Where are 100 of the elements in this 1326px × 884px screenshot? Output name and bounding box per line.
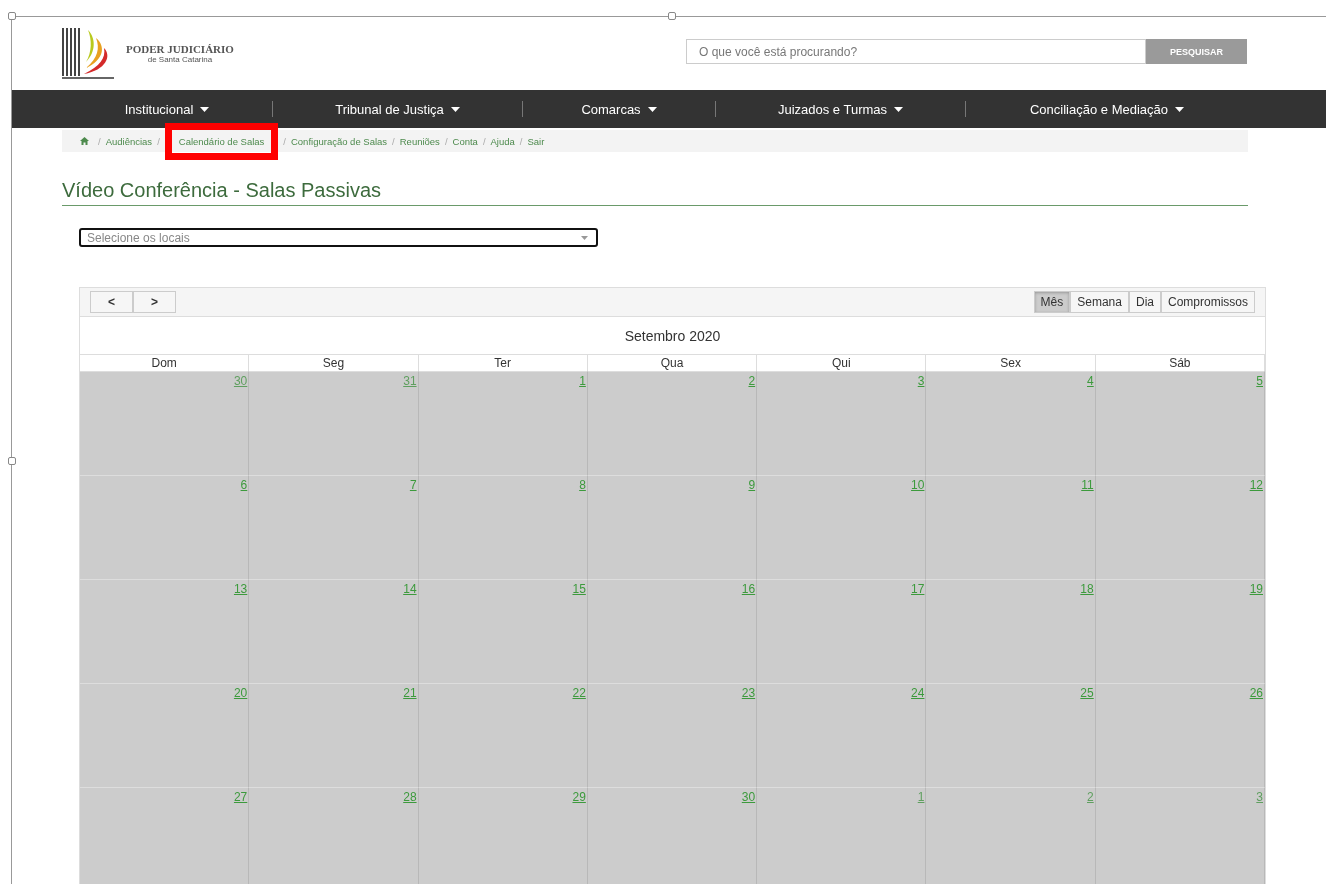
- day-number[interactable]: 12: [1249, 476, 1264, 492]
- day-cell[interactable]: 29: [418, 787, 588, 884]
- day-cell[interactable]: 1: [757, 787, 927, 884]
- day-cell[interactable]: 9: [587, 475, 758, 579]
- day-cell[interactable]: 1: [418, 371, 588, 475]
- day-cell[interactable]: 28: [249, 787, 419, 884]
- day-number[interactable]: 28: [403, 788, 418, 804]
- day-number[interactable]: 16: [741, 580, 757, 596]
- breadcrumb-separator: /: [283, 135, 286, 147]
- day-number[interactable]: 7: [409, 476, 418, 492]
- day-number[interactable]: 30: [741, 788, 757, 804]
- nav-menu-item[interactable]: Juizados e Turmas: [716, 99, 965, 119]
- day-cell[interactable]: 22: [418, 683, 588, 787]
- breadcrumb-link[interactable]: Audiências: [105, 135, 153, 147]
- breadcrumb-link[interactable]: Ajuda: [490, 135, 515, 147]
- day-cell[interactable]: 17: [757, 579, 927, 683]
- day-number[interactable]: 3: [1256, 788, 1264, 804]
- site-subtitle: de Santa Catarina: [147, 55, 213, 64]
- view-tab[interactable]: Mês: [1033, 291, 1071, 313]
- day-cell[interactable]: 20: [80, 683, 250, 787]
- day-cell[interactable]: 3: [1095, 787, 1265, 884]
- day-cell[interactable]: 2: [587, 371, 758, 475]
- day-number[interactable]: 27: [233, 788, 249, 804]
- day-number[interactable]: 1: [579, 372, 587, 388]
- day-cell[interactable]: 6: [80, 475, 250, 579]
- day-number[interactable]: 1: [917, 788, 926, 804]
- day-cell[interactable]: 15: [418, 579, 588, 683]
- day-number[interactable]: 2: [748, 372, 757, 388]
- day-number[interactable]: 3: [917, 372, 926, 388]
- day-cell[interactable]: 26: [1095, 683, 1265, 787]
- day-cell[interactable]: 25: [926, 683, 1096, 787]
- breadcrumb-link[interactable]: Reuniões: [399, 135, 440, 147]
- search-button[interactable]: PESQUISAR: [1146, 39, 1247, 64]
- nav-menu-item[interactable]: Comarcas: [523, 99, 715, 119]
- nav-menu-item[interactable]: Tribunal de Justiça: [273, 99, 522, 119]
- day-cell[interactable]: 30: [587, 787, 758, 884]
- day-number[interactable]: 14: [403, 580, 418, 596]
- day-cell[interactable]: 13: [80, 579, 250, 683]
- day-cell[interactable]: 23: [587, 683, 758, 787]
- day-number[interactable]: 19: [1249, 580, 1264, 596]
- breadcrumb-link[interactable]: Calendário de Salas: [164, 122, 279, 160]
- view-tab[interactable]: Dia: [1128, 291, 1161, 313]
- day-cell[interactable]: 16: [587, 579, 758, 683]
- day-cell[interactable]: 19: [1095, 579, 1265, 683]
- day-number[interactable]: 26: [1249, 684, 1264, 700]
- day-cell[interactable]: 24: [757, 683, 927, 787]
- nav-menu-item[interactable]: Conciliação e Mediação: [966, 99, 1248, 119]
- day-number[interactable]: 24: [911, 684, 926, 700]
- day-number[interactable]: 17: [911, 580, 926, 596]
- day-cell[interactable]: 4: [926, 371, 1096, 475]
- day-cell[interactable]: 21: [249, 683, 419, 787]
- day-cell[interactable]: 8: [418, 475, 588, 579]
- resize-handle[interactable]: [8, 12, 16, 20]
- view-tab[interactable]: Compromissos: [1161, 291, 1255, 313]
- previous-button[interactable]: <: [90, 291, 133, 313]
- breadcrumb-link[interactable]: Conta: [452, 135, 478, 147]
- day-number[interactable]: 30: [233, 372, 249, 388]
- next-button[interactable]: >: [133, 291, 176, 313]
- breadcrumb-separator: /: [392, 135, 395, 147]
- day-cell[interactable]: 27: [80, 787, 250, 884]
- breadcrumb-link[interactable]: Sair: [527, 135, 545, 147]
- day-cell[interactable]: 2: [926, 787, 1096, 884]
- nav-menu-item[interactable]: Institucional: [62, 99, 272, 119]
- day-number[interactable]: 18: [1080, 580, 1095, 596]
- day-cell[interactable]: 31: [249, 371, 419, 475]
- day-number[interactable]: 13: [233, 580, 249, 596]
- day-cell[interactable]: 3: [757, 371, 927, 475]
- caret-icon: [200, 106, 210, 112]
- breadcrumb-link[interactable]: Configuração de Salas: [290, 135, 388, 147]
- day-cell[interactable]: 14: [249, 579, 419, 683]
- location-dropdown[interactable]: Selecione os locais: [79, 228, 598, 247]
- day-cell[interactable]: 5: [1095, 371, 1265, 475]
- day-number[interactable]: 25: [1080, 684, 1095, 700]
- home-icon[interactable]: [80, 137, 89, 145]
- day-cell[interactable]: 7: [249, 475, 419, 579]
- day-cell[interactable]: 11: [926, 475, 1096, 579]
- day-number[interactable]: 5: [1256, 372, 1264, 388]
- day-number[interactable]: 10: [911, 476, 926, 492]
- day-number[interactable]: 21: [403, 684, 418, 700]
- day-number[interactable]: 2: [1087, 788, 1095, 804]
- day-cell[interactable]: 18: [926, 579, 1096, 683]
- view-tab[interactable]: Semana: [1070, 291, 1129, 313]
- resize-handle[interactable]: [8, 457, 16, 465]
- day-number[interactable]: 4: [1087, 372, 1095, 388]
- day-number[interactable]: 15: [572, 580, 587, 596]
- day-number[interactable]: 29: [572, 788, 587, 804]
- caret-icon: [894, 106, 904, 112]
- day-number[interactable]: 9: [748, 476, 757, 492]
- day-number[interactable]: 22: [572, 684, 587, 700]
- day-number[interactable]: 6: [240, 476, 249, 492]
- day-number[interactable]: 8: [579, 476, 587, 492]
- resize-handle[interactable]: [668, 12, 676, 20]
- day-cell[interactable]: 30: [80, 371, 250, 475]
- search-field[interactable]: O que você está procurando?: [686, 39, 1146, 64]
- day-number[interactable]: 31: [403, 372, 418, 388]
- day-number[interactable]: 11: [1081, 476, 1095, 492]
- day-cell[interactable]: 10: [757, 475, 927, 579]
- day-number[interactable]: 23: [741, 684, 757, 700]
- day-number[interactable]: 20: [233, 684, 249, 700]
- day-cell[interactable]: 12: [1095, 475, 1265, 579]
